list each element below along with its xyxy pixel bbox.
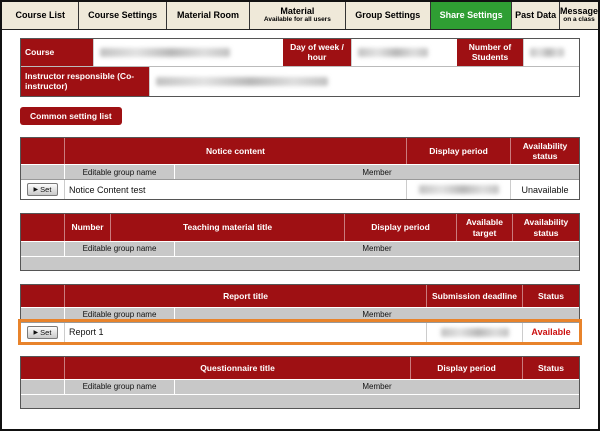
redacted-course-value <box>100 48 230 57</box>
course-label: Course <box>21 39 93 66</box>
notice-table: Notice content Display period Availabili… <box>20 137 580 200</box>
app-window: Course List Course Settings Material Roo… <box>0 0 600 431</box>
questionnaire-member-label: Member <box>175 380 579 394</box>
instructor-label: Instructor responsible (Co-instructor) <box>21 67 149 96</box>
questionnaire-table-header: Questionnaire title Display period Statu… <box>21 357 579 379</box>
material-table: Number Teaching material title Display p… <box>20 213 580 270</box>
notice-editable-group-label: Editable group name <box>65 165 175 179</box>
notice-title-cell: Notice Content test <box>65 180 407 199</box>
report-subheader-row: Editable group name Member <box>21 307 579 322</box>
number-of-students-label: Number of Students <box>457 39 523 66</box>
report-table-header: Report title Submission deadline Status <box>21 285 579 307</box>
tab-material-room[interactable]: Material Room <box>167 2 250 29</box>
material-editable-group-label: Editable group name <box>65 242 175 256</box>
tab-bar: Course List Course Settings Material Roo… <box>2 2 598 30</box>
questionnaire-empty-row <box>21 394 579 408</box>
questionnaire-subheader-spacer <box>21 380 65 394</box>
course-info-table: Course Day of week / hour Number of Stud… <box>20 38 580 97</box>
notice-set-cell: ▶ Set <box>21 180 65 199</box>
day-of-week-label: Day of week / hour <box>283 39 351 66</box>
questionnaire-table: Questionnaire title Display period Statu… <box>20 356 580 409</box>
material-member-label: Member <box>175 242 579 256</box>
material-number-col-header: Number <box>65 214 111 240</box>
material-availability-status-col-header: Availability status <box>513 214 579 240</box>
questionnaire-editable-group-label: Editable group name <box>65 380 175 394</box>
report-member-label: Member <box>175 308 579 322</box>
instructor-value <box>149 67 579 96</box>
report-table: Report title Submission deadline Status … <box>20 284 580 343</box>
tab-message[interactable]: Message on a class <box>560 2 598 29</box>
report-title-cell: Report 1 <box>65 323 427 342</box>
material-available-target-col-header: Available target <box>457 214 513 240</box>
tab-course-list[interactable]: Course List <box>2 2 79 29</box>
notice-display-period-col-header: Display period <box>407 138 511 164</box>
report-status-cell: Available <box>523 323 579 342</box>
redacted-notice-period <box>419 185 499 194</box>
notice-subheader-spacer <box>21 165 65 179</box>
play-icon: ▶ <box>34 329 39 336</box>
number-of-students-value <box>523 39 579 66</box>
notice-status-cell: Unavailable <box>511 180 579 199</box>
notice-set-col-header <box>21 138 65 164</box>
notice-table-row: ▶ Set Notice Content test Unavailable <box>21 179 579 199</box>
questionnaire-status-col-header: Status <box>523 357 579 379</box>
report-set-cell: ▶ Set <box>21 323 65 342</box>
material-empty-row <box>21 256 579 270</box>
material-subheader-spacer <box>21 242 65 256</box>
report-title-col-header: Report title <box>65 285 427 307</box>
redacted-day-value <box>358 48 428 57</box>
report-editable-group-label: Editable group name <box>65 308 175 322</box>
questionnaire-display-period-col-header: Display period <box>411 357 523 379</box>
questionnaire-title-col-header: Questionnaire title <box>65 357 411 379</box>
notice-availability-status-col-header: Availability status <box>511 138 579 164</box>
notice-content-col-header: Notice content <box>65 138 407 164</box>
report-table-row-highlighted: ▶ Set Report 1 Available <box>21 322 579 342</box>
report-set-col-header <box>21 285 65 307</box>
material-display-period-col-header: Display period <box>345 214 457 240</box>
notice-member-label: Member <box>175 165 579 179</box>
material-set-col-header <box>21 214 65 240</box>
report-set-button[interactable]: ▶ Set <box>27 326 59 339</box>
report-deadline-cell <box>427 323 523 342</box>
notice-table-header: Notice content Display period Availabili… <box>21 138 579 164</box>
tab-material-all-users[interactable]: Material Available for all users <box>250 2 345 29</box>
tab-share-settings[interactable]: Share Settings <box>431 2 512 29</box>
tab-group-settings[interactable]: Group Settings <box>346 2 431 29</box>
redacted-instructor-value <box>156 77 328 86</box>
main-content: Course Day of week / hour Number of Stud… <box>2 30 598 409</box>
common-setting-list-badge: Common setting list <box>20 107 122 125</box>
tab-past-data[interactable]: Past Data <box>512 2 560 29</box>
course-info-row: Course Day of week / hour Number of Stud… <box>21 39 579 66</box>
material-subheader-row: Editable group name Member <box>21 241 579 256</box>
notice-period-cell <box>407 180 511 199</box>
questionnaire-set-col-header <box>21 357 65 379</box>
redacted-students-value <box>530 48 564 57</box>
redacted-report-deadline <box>441 328 509 337</box>
notice-subheader-row: Editable group name Member <box>21 164 579 179</box>
report-status-col-header: Status <box>523 285 579 307</box>
notice-set-button[interactable]: ▶ Set <box>27 183 59 196</box>
material-table-header: Number Teaching material title Display p… <box>21 214 579 240</box>
play-icon: ▶ <box>34 186 39 193</box>
report-subheader-spacer <box>21 308 65 322</box>
day-of-week-value <box>351 39 457 66</box>
questionnaire-subheader-row: Editable group name Member <box>21 379 579 394</box>
instructor-row: Instructor responsible (Co-instructor) <box>21 66 579 96</box>
material-title-col-header: Teaching material title <box>111 214 345 240</box>
tab-course-settings[interactable]: Course Settings <box>79 2 166 29</box>
course-value <box>93 39 283 66</box>
report-submission-deadline-col-header: Submission deadline <box>427 285 523 307</box>
